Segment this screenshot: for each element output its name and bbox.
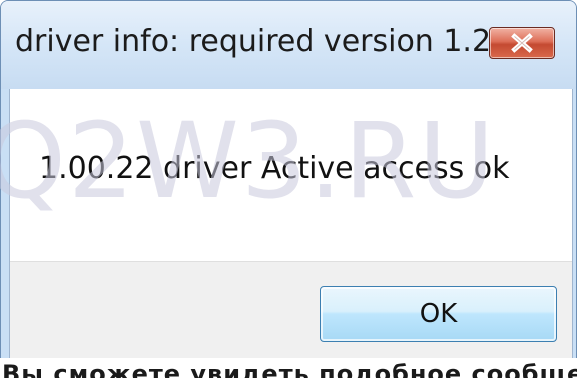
caption-strip: Вы сможете увидеть подобное сообщение — [0, 358, 577, 378]
dialog-title: driver info: required version 1.22 — [15, 24, 511, 59]
title-bar[interactable]: driver info: required version 1.22 — [1, 1, 576, 89]
ok-button[interactable]: OK — [320, 286, 557, 342]
close-icon — [511, 33, 533, 53]
caption-text: Вы сможете увидеть подобное сообщение — [2, 360, 577, 378]
close-button[interactable] — [489, 27, 555, 59]
watermark: Q2W3.RU — [0, 100, 497, 222]
